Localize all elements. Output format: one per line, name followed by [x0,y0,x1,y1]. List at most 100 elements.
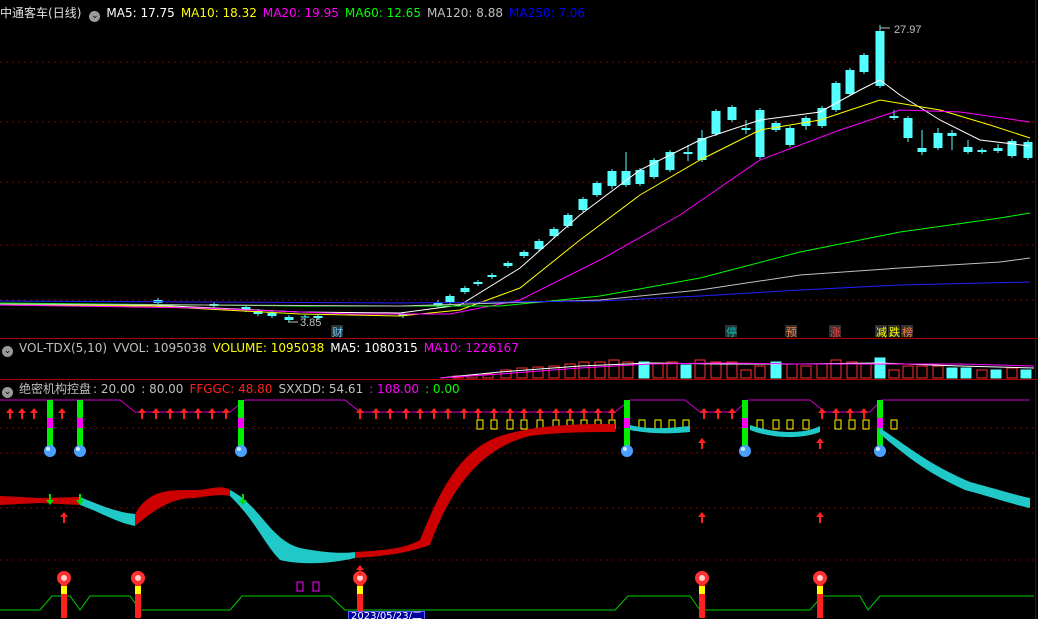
volume-bar [860,363,872,379]
ma20-line [0,109,1031,315]
bottom-signal-ball-highlight [61,575,67,581]
candle-body [284,317,294,320]
volume-bar [800,365,812,379]
signal-bar-segment [238,418,244,428]
signal-ball-highlight [876,447,880,451]
signal-bar-segment [742,418,748,428]
signal-ball-highlight [741,447,745,451]
candle-body [503,263,513,266]
volume-bar [816,363,828,379]
volume-bar [874,357,886,379]
candle-body [875,31,885,86]
buy-arrow-icon [138,408,146,419]
bottom-signal-ball-highlight [135,575,141,581]
candle-body [711,111,721,134]
buy-arrow-icon [698,438,706,449]
buy-arrow-icon [728,408,736,419]
buy-arrow-icon [520,408,528,419]
buy-arrow-icon [194,408,202,419]
buy-arrow-icon [698,512,706,523]
candle-body [683,152,693,154]
candle-body [267,313,277,316]
volume-bar [902,365,914,379]
ribbon-cyan [880,428,1030,508]
buy-arrow-icon [222,408,230,419]
signal-box [312,581,320,592]
candle-body [755,110,765,157]
candle-body [903,118,913,138]
candle-body [859,55,869,72]
candle-body [487,275,497,277]
candle-body [563,215,573,226]
buy-arrow-icon [386,408,394,419]
signal-bar-segment [877,418,883,428]
bottom-signal-segment [357,586,363,594]
buy-arrow-icon [860,408,868,419]
volume-bar [916,365,928,379]
signal-bar-segment [77,418,83,428]
buy-arrow-icon [490,408,498,419]
candle-body [473,282,483,284]
bottom-signal-segment [817,586,823,594]
event-mark: 停 [726,325,737,339]
signal-ball-icon [621,445,633,457]
buy-arrow-icon [816,512,824,523]
low-price-label: 3.85 [300,317,321,329]
buy-arrow-icon [460,408,468,419]
candle-body [607,171,617,186]
event-mark: 榜 [902,325,913,339]
signal-ball-icon [739,445,751,457]
buy-arrow-icon [816,438,824,449]
buy-arrow-icon [846,408,854,419]
buy-arrow-icon [30,408,38,419]
volume-bar [946,367,958,379]
ribbon-cyan [80,497,135,526]
signal-ball-highlight [76,447,80,451]
volume-bar [578,361,590,379]
bottom-signal-ball-highlight [817,575,823,581]
signal-bar-segment [624,418,630,428]
buy-arrow-icon [430,408,438,419]
candle-body [977,150,987,152]
volume-bar [1020,369,1032,379]
bottom-signal-segment [61,586,67,594]
candle-body [845,70,855,94]
volume-bar [786,363,798,379]
volume-bar [888,369,900,379]
buy-arrow-icon [714,408,722,419]
volume-bar [652,362,664,379]
event-mark: 减 [876,326,887,339]
bottom-step-line [0,595,1034,611]
buy-arrow-icon [566,408,574,419]
bottom-signal-ball-highlight [699,575,705,581]
chart-canvas[interactable]: 27.97 3.85 财 停 预 涨 减跌榜 [0,0,1038,619]
ribbon-cyan [230,490,355,564]
signal-box [296,581,304,592]
buy-arrow-icon [506,408,514,419]
candle-body [727,107,737,120]
candle-body [460,288,470,292]
volume-bar [1006,367,1018,379]
candle-body [785,128,795,145]
volume-bar [608,359,620,379]
ma120-line [0,257,1031,307]
signal-ball-icon [74,445,86,457]
signal-bar-segment [47,418,53,428]
volume-bar [754,365,766,379]
candle-body [993,148,1003,151]
ma5-line [0,79,1031,314]
volume-bar [960,367,972,379]
signal-ball-icon [235,445,247,457]
signal-ball-highlight [237,447,241,451]
candle-body [445,296,455,302]
ma250-line [0,281,1031,304]
candle-body [831,83,841,110]
buy-arrow-icon [166,408,174,419]
candle-body [519,252,529,256]
buy-arrow-icon [18,408,26,419]
candle-body [697,138,707,160]
high-price-label: 27.97 [894,24,922,36]
buy-arrow-icon [580,408,588,419]
candle-body [963,147,973,152]
event-mark: 跌 [889,325,900,339]
